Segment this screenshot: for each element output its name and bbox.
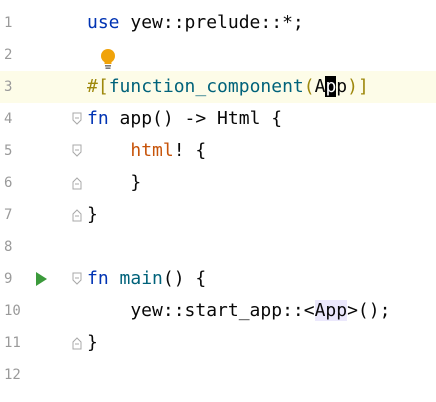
fold-close-icon[interactable] (72, 336, 82, 350)
fold-open-icon[interactable] (72, 144, 82, 158)
code-token: html (130, 140, 174, 161)
code-token: App (314, 300, 348, 321)
line-number[interactable]: 6 (4, 167, 24, 199)
line-number[interactable]: 4 (4, 103, 24, 135)
code-text[interactable]: fn app() -> Html { (87, 103, 282, 135)
code-token: () { (162, 268, 207, 289)
line-number[interactable]: 5 (4, 135, 24, 167)
code-token: } (87, 172, 142, 193)
code-token: p (336, 76, 348, 97)
code-line[interactable]: 2 (0, 39, 436, 71)
code-token: ! { (173, 140, 207, 161)
code-text[interactable]: use yew::prelude::*; (87, 7, 304, 39)
run-icon[interactable] (36, 272, 47, 286)
code-line[interactable]: 12 (0, 359, 436, 391)
code-line[interactable]: 11} (0, 327, 436, 359)
code-text[interactable]: #[function_component(App)] (87, 71, 369, 103)
code-text[interactable]: } (87, 167, 141, 199)
line-number[interactable]: 8 (4, 231, 24, 263)
code-line[interactable]: 7} (0, 199, 436, 231)
code-token: } (87, 332, 98, 353)
fold-open-icon[interactable] (72, 112, 82, 126)
code-token: use (87, 12, 120, 33)
code-text[interactable]: html! { (87, 135, 206, 167)
code-text[interactable]: } (87, 199, 98, 231)
code-token: #[ (87, 76, 109, 97)
code-line[interactable]: 8 (0, 231, 436, 263)
code-token: ( (303, 76, 315, 97)
code-token: main (119, 268, 163, 289)
code-line[interactable]: 3 #[function_component(App)] (0, 71, 436, 103)
code-text[interactable]: fn main() { (87, 263, 206, 295)
line-number[interactable]: 10 (4, 295, 24, 327)
fold-close-icon[interactable] (72, 208, 82, 222)
line-number[interactable]: 1 (4, 7, 24, 39)
code-line[interactable]: 10 yew::start_app::<App>(); (0, 295, 436, 327)
fold-close-icon[interactable] (72, 176, 82, 190)
code-line[interactable]: 4 fn app() -> Html { (0, 103, 436, 135)
line-number[interactable]: 9 (4, 263, 24, 295)
code-line[interactable]: 1 use yew::prelude::*; (0, 7, 436, 39)
code-token: yew::prelude::*; (119, 12, 304, 33)
code-token: p (325, 76, 337, 97)
line-number[interactable]: 12 (4, 359, 24, 391)
code-line[interactable]: 5 html! { (0, 135, 436, 167)
fold-open-icon[interactable] (72, 272, 82, 286)
code-token: >(); (347, 300, 391, 321)
code-token: app() -> Html { (108, 108, 283, 129)
line-number[interactable]: 2 (4, 39, 24, 71)
lightbulb-icon[interactable] (99, 48, 117, 70)
code-line[interactable]: 9 fn main() { (0, 263, 436, 295)
code-token: A (314, 76, 326, 97)
line-number[interactable]: 7 (4, 199, 24, 231)
code-token: fn (87, 268, 109, 289)
line-number[interactable]: 3 (4, 71, 24, 103)
code-token: function_component (108, 76, 304, 97)
line-number[interactable]: 11 (4, 327, 24, 359)
code-token: } (87, 204, 98, 225)
code-text[interactable]: } (87, 327, 98, 359)
code-token: yew::start_app::< (87, 300, 315, 321)
code-line[interactable]: 6 } (0, 167, 436, 199)
code-text[interactable]: yew::start_app::<App>(); (87, 295, 390, 327)
code-token: fn (87, 108, 109, 129)
code-token: )] (347, 76, 369, 97)
code-editor[interactable]: 1 use yew::prelude::*;2 3 #[function_compon… (0, 0, 436, 402)
